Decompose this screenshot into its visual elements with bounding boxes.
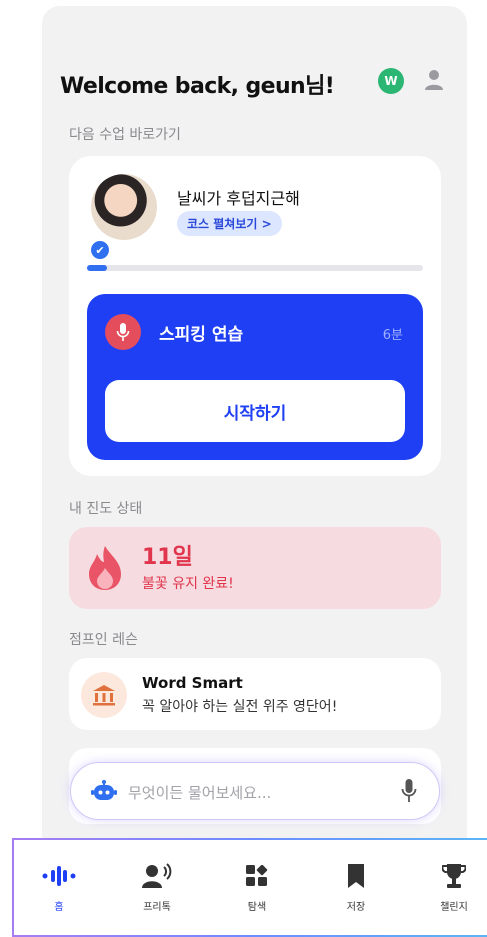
streak-days: 11일 [142, 545, 193, 570]
next-class-card: ✔ 날씨가 후덥지근해 코스 펼쳐보기 > 스피킹 연습 6분 시작하기 [69, 156, 441, 476]
ask-input[interactable]: 무엇이든 물어보세요... [70, 762, 440, 820]
word-smart-title: Word Smart [142, 674, 243, 692]
tab-freetalk[interactable]: 프리톡 [126, 860, 188, 913]
course-expand-button[interactable]: 코스 펼쳐보기 > [177, 211, 282, 236]
streak-card[interactable]: 11일 불꽃 유지 완료! [69, 527, 441, 609]
mic-icon[interactable] [401, 778, 417, 804]
speaking-duration: 6분 [382, 328, 403, 343]
checkmark-icon: ✔ [89, 239, 111, 261]
tab-label: 탐색 [247, 902, 267, 913]
grid-icon [246, 860, 268, 892]
speaking-practice-card[interactable]: 스피킹 연습 6분 시작하기 [87, 294, 423, 460]
start-button[interactable]: 시작하기 [105, 380, 405, 442]
flame-icon [89, 546, 121, 590]
tab-label: 프리톡 [143, 902, 171, 913]
welcome-title: Welcome back, geun님! [60, 74, 335, 99]
tab-label: 홈 [54, 902, 64, 913]
building-icon [81, 672, 127, 718]
streak-status: 불꽃 유지 완료! [142, 576, 234, 592]
avatar [91, 174, 157, 240]
w-badge-icon[interactable]: W [378, 68, 404, 94]
speaking-person-icon [142, 860, 172, 892]
lesson-title: 날씨가 후덥지근해 [177, 189, 300, 208]
tab-challenge[interactable]: 챌린지 [423, 860, 485, 913]
tab-label: 챌린지 [440, 902, 468, 913]
tab-explore[interactable]: 탐색 [226, 860, 288, 913]
bottom-tab-bar: 홈 프리톡 탐색 저장 챌린지 [12, 838, 487, 937]
bookmark-icon [347, 860, 365, 892]
word-smart-subtitle: 꼭 알아야 하는 실전 위주 영단어! [142, 699, 338, 715]
lesson-progress-fill [87, 265, 108, 271]
tab-saved[interactable]: 저장 [325, 860, 387, 913]
tab-home[interactable]: 홈 [28, 860, 90, 913]
progress-label: 내 진도 상태 [69, 501, 143, 517]
ask-placeholder: 무엇이든 물어보세요... [128, 784, 272, 802]
trophy-icon [442, 860, 466, 892]
jump-in-label: 점프인 레슨 [69, 632, 138, 648]
tab-label: 저장 [346, 902, 366, 913]
lesson-progress-bar [87, 265, 423, 271]
ai-bot-icon [91, 780, 117, 800]
header: Welcome back, geun님! W [60, 66, 460, 102]
profile-icon[interactable] [423, 68, 445, 94]
voice-wave-icon [42, 860, 76, 892]
word-smart-card[interactable]: Word Smart 꼭 알아야 하는 실전 위주 영단어! [69, 658, 441, 730]
speaking-title: 스피킹 연습 [159, 325, 244, 345]
mic-icon [105, 314, 141, 350]
next-class-label: 다음 수업 바로가기 [69, 127, 181, 143]
